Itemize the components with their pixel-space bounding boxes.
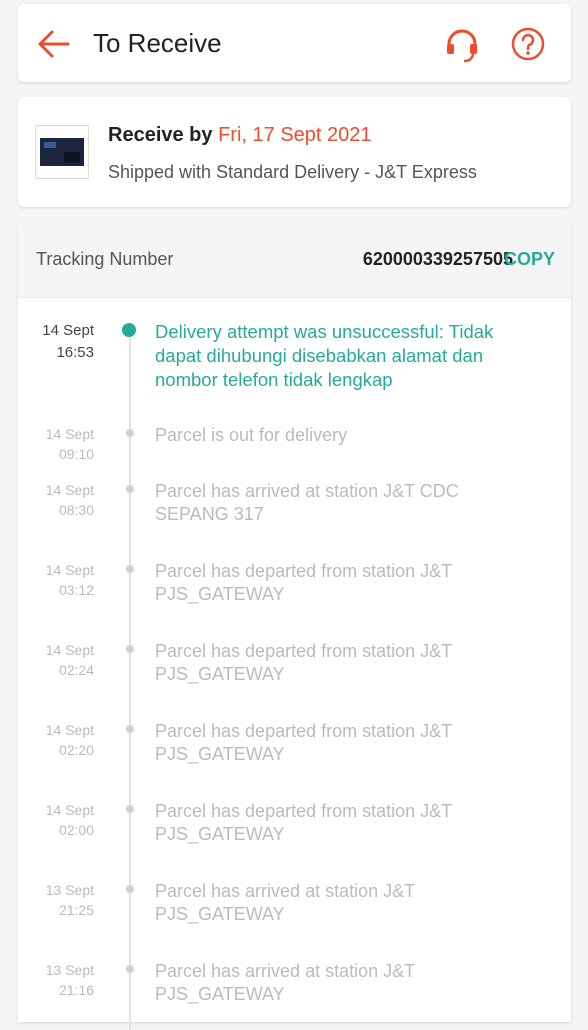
event-time: 09:10 — [58, 446, 94, 462]
event-date: 14 Sept — [45, 802, 94, 818]
event-datetime: 14 Sept 09:10 — [18, 424, 94, 464]
event-datetime: 14 Sept 02:00 — [18, 800, 94, 840]
receive-by-line: Receive by Fri, 17 Sept 2021 — [108, 124, 372, 147]
event-date: 14 Sept — [42, 322, 94, 339]
event-datetime: 13 Sept 21:16 — [18, 960, 94, 1000]
event-datetime: 14 Sept 16:53 — [18, 320, 94, 364]
timeline-dot — [126, 485, 134, 493]
event-time: 21:16 — [58, 982, 94, 998]
help-button[interactable] — [510, 26, 546, 62]
event-description: Parcel is out for delivery — [155, 425, 348, 445]
tracking-card: Tracking Number 620000339257505 COPY 14 … — [18, 222, 571, 1030]
support-button[interactable] — [442, 26, 482, 66]
event-datetime: 14 Sept 03:12 — [18, 560, 94, 600]
event-description: Parcel has arrived at station J&T PJS_GA… — [155, 961, 415, 1004]
timeline-dot — [126, 725, 134, 733]
top-bar: To Receive — [18, 4, 571, 82]
event-time: 21:25 — [58, 902, 94, 918]
tracking-number-row: Tracking Number 620000339257505 COPY — [18, 222, 571, 298]
product-thumbnail — [35, 125, 89, 179]
timeline-dot — [126, 429, 134, 437]
tracking-number-label: Tracking Number — [36, 249, 174, 269]
back-button[interactable] — [36, 26, 72, 62]
timeline-dot-active — [122, 323, 136, 337]
event-date: 14 Sept — [45, 642, 94, 658]
event-description: Parcel has departed from station J&T PJS… — [155, 801, 452, 844]
event-date: 14 Sept — [45, 562, 94, 578]
event-description: Parcel has departed from station J&T PJS… — [155, 641, 452, 684]
event-datetime: 13 Sept 21:25 — [18, 880, 94, 920]
event-datetime: 14 Sept 02:24 — [18, 640, 94, 680]
event-date: 14 Sept — [45, 482, 94, 498]
event-time: 16:53 — [56, 344, 94, 361]
timeline-dot — [126, 565, 134, 573]
copy-button[interactable]: COPY — [504, 249, 555, 270]
receive-date: Fri, 17 Sept 2021 — [218, 124, 372, 146]
event-datetime: 14 Sept 02:20 — [18, 720, 94, 760]
event-description: Delivery attempt was unsuccessful: Tidak… — [155, 321, 494, 390]
event-description: Parcel has arrived at station J&T PJS_GA… — [155, 881, 415, 924]
event-description: Parcel has departed from station J&T PJS… — [155, 721, 452, 764]
event-time: 02:00 — [58, 822, 94, 838]
receive-by-label: Receive by — [108, 124, 213, 146]
event-datetime: 14 Sept 08:30 — [18, 480, 94, 520]
tracking-number-value: 620000339257505 — [362, 249, 513, 269]
help-icon — [511, 27, 545, 61]
event-date: 14 Sept — [45, 426, 94, 442]
timeline-dot — [126, 645, 134, 653]
timeline-dot — [126, 805, 134, 813]
delivery-card: Receive by Fri, 17 Sept 2021 Shipped wit… — [18, 97, 571, 207]
event-time: 08:30 — [58, 502, 94, 518]
shipping-info: Shipped with Standard Delivery - J&T Exp… — [108, 162, 477, 182]
timeline-dot — [126, 885, 134, 893]
event-date: 14 Sept — [45, 722, 94, 738]
event-description: Parcel has departed from station J&T PJS… — [155, 561, 452, 604]
event-date: 13 Sept — [45, 882, 94, 898]
event-time: 03:12 — [58, 582, 94, 598]
back-arrow-icon — [38, 30, 70, 58]
event-time: 02:24 — [58, 662, 94, 678]
page-title: To Receive — [93, 28, 222, 58]
event-time: 02:20 — [58, 742, 94, 758]
timeline-dot — [126, 965, 134, 973]
headset-icon — [447, 29, 477, 63]
event-date: 13 Sept — [45, 962, 94, 978]
event-description: Parcel has arrived at station J&T CDC SE… — [155, 481, 459, 524]
